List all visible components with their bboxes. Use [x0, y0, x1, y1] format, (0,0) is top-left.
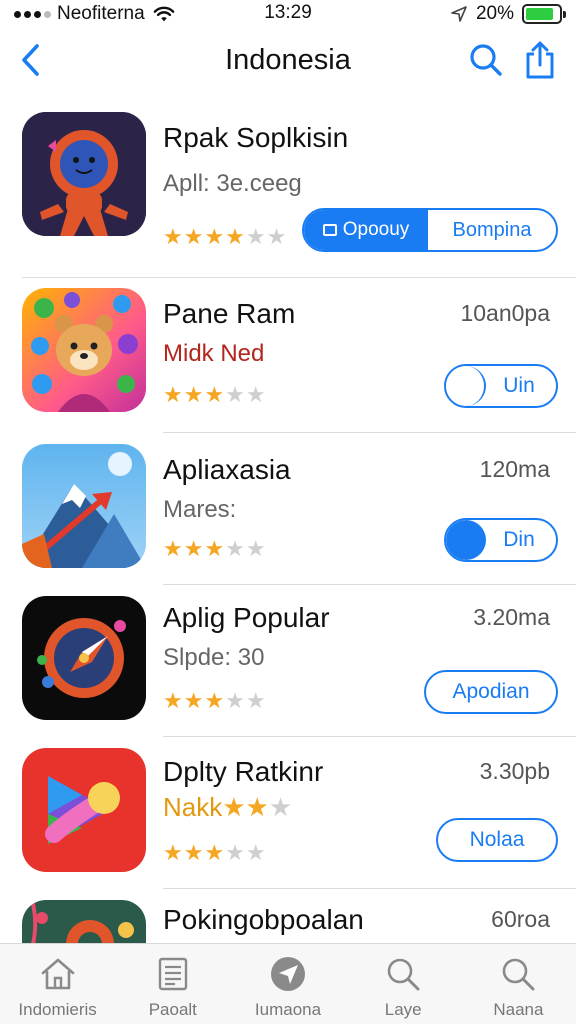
download-button[interactable]: Nolaa	[436, 818, 558, 862]
partial-stars-off: ★	[268, 792, 293, 822]
partial-stars: ★★	[222, 792, 269, 822]
search-icon	[503, 958, 535, 991]
list-item[interactable]: Pane Ram 10an0pa Midk Ned ★★★★★ Uin	[0, 288, 576, 420]
app-name: Apliaxasia	[163, 454, 291, 485]
app-size: 60roa	[491, 906, 550, 932]
app-subtitle: Midk Ned	[163, 340, 265, 367]
app-subtitle: Mares:	[163, 496, 237, 523]
get-toggle-button[interactable]: Uin	[444, 364, 558, 408]
star-rating: ★★★★★	[163, 382, 267, 407]
card-icon	[322, 224, 337, 236]
list-item[interactable]: Rpak Soplkisin Apll: 3e.ceeg ★★★★★★ Opoo…	[0, 112, 576, 272]
search-icon	[470, 44, 502, 76]
app-subtitle: Apll: 3e.ceeg	[163, 170, 302, 197]
star-rating: ★★★★★	[163, 840, 267, 865]
app-name: Rpak Soplkisin	[163, 122, 349, 153]
tab-search-secondary[interactable]: Naana	[461, 944, 576, 1024]
tab-home[interactable]: Indomieris	[0, 944, 115, 1024]
segment-open-button[interactable]: Opoouy	[304, 210, 428, 250]
app-list: Rpak Soplkisin Apll: 3e.ceeg ★★★★★★ Opoo…	[0, 100, 576, 943]
list-item[interactable]: Dplty Ratkinr 3.30pb Nakk★★★ ★★★★★ Nolaa	[0, 748, 576, 880]
divider	[163, 584, 576, 585]
toggle-knob	[446, 366, 486, 406]
tab-popular[interactable]: Paoalt	[115, 944, 230, 1024]
segment-second-button[interactable]: Bompina	[428, 210, 556, 250]
tab-label: Iumaona	[254, 1000, 322, 1019]
tab-label: Laye	[384, 1000, 422, 1019]
tab-updates[interactable]: Iumaona	[230, 944, 345, 1024]
app-size: 3.20ma	[473, 604, 550, 630]
app-size: 10an0pa	[460, 300, 550, 326]
wifi-icon	[153, 6, 175, 22]
segmented-control: Opoouy Bompina	[302, 208, 558, 252]
mountain-app-icon[interactable]	[22, 444, 146, 568]
signal-strength-icon	[14, 10, 51, 18]
download-button[interactable]: Apodian	[424, 670, 558, 714]
divider	[163, 888, 576, 889]
star-rating: ★★★★★	[163, 536, 267, 561]
status-bar: Neofiterna 13:29 20%	[0, 0, 576, 28]
list-icon	[158, 957, 187, 991]
carrier-name: Neofiterna	[57, 3, 145, 24]
toggle-label: Din	[503, 528, 535, 551]
list-item[interactable]: Pokingobpoalan 60roa	[0, 900, 576, 943]
toggle-label: Uin	[503, 374, 535, 397]
divider	[163, 736, 576, 737]
home-icon	[41, 958, 74, 990]
game-app-icon[interactable]	[22, 900, 146, 943]
share-icon	[526, 41, 554, 79]
app-subtitle: Slpde: 30	[163, 644, 265, 671]
app-name: Pokingobpoalan	[163, 904, 364, 935]
navigation-bar: Indonesia	[0, 30, 576, 90]
navigation-icon	[271, 957, 305, 991]
bear-game-app-icon[interactable]	[22, 288, 146, 412]
tab-bar: Indomieris Paoalt Iumaona Laye Naana	[0, 943, 576, 1024]
tab-search[interactable]: Laye	[346, 944, 461, 1024]
app-size: 120ma	[479, 456, 550, 482]
search-icon	[387, 958, 420, 991]
battery-fill	[526, 8, 554, 20]
media-player-app-icon[interactable]	[22, 748, 146, 872]
divider	[22, 277, 576, 278]
tab-label: Paoalt	[148, 1000, 197, 1019]
get-toggle-button[interactable]: Din	[444, 518, 558, 562]
list-item[interactable]: Aplig Popular 3.20ma Slpde: 30 ★★★★★ Apo…	[0, 596, 576, 728]
app-subtitle: Nakk★★★	[163, 792, 292, 823]
battery-percent: 20%	[475, 3, 514, 24]
app-name: Dplty Ratkinr	[163, 756, 324, 787]
star-rating: ★★★★★	[163, 688, 267, 713]
compass-app-icon[interactable]	[22, 596, 146, 720]
segment-open-label: Opoouy	[342, 219, 410, 240]
toggle-knob	[446, 520, 486, 560]
share-button[interactable]	[518, 38, 562, 82]
tab-label: Indomieris	[18, 1000, 97, 1019]
app-subtitle-text: Nakk	[163, 792, 223, 822]
tab-label: Naana	[493, 1000, 544, 1019]
battery-icon	[522, 4, 566, 24]
app-name: Aplig Popular	[163, 602, 330, 633]
app-size: 3.30pb	[479, 758, 550, 784]
location-arrow-icon	[451, 6, 467, 22]
list-item[interactable]: Apliaxasia 120ma Mares: ★★★★★ Din	[0, 444, 576, 576]
robot-app-icon[interactable]	[22, 112, 146, 236]
search-button[interactable]	[464, 38, 508, 82]
app-name: Pane Ram	[163, 298, 296, 329]
star-rating: ★★★★★★	[163, 224, 288, 249]
divider	[163, 432, 576, 433]
